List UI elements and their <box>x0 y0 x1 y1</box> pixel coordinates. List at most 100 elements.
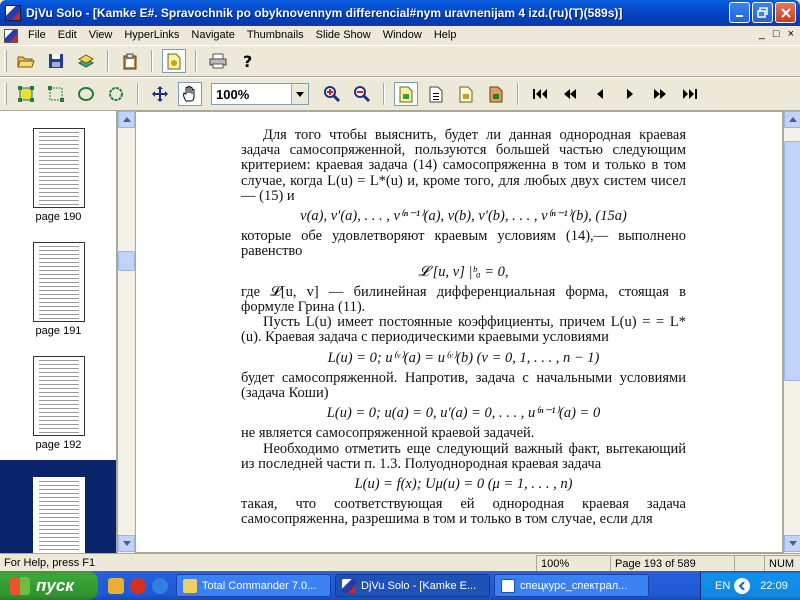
next-five-button[interactable] <box>648 82 672 106</box>
fast-back-icon <box>564 89 576 99</box>
quick-launch <box>108 577 168 594</box>
thumbnail-item[interactable]: page 191 <box>0 225 116 339</box>
document-page: Для того чтобы выяснить, будет ли данная… <box>241 127 686 528</box>
select-rect-icon <box>18 86 34 102</box>
select-ellipse-button[interactable] <box>74 82 98 106</box>
thumbnail-label: page 192 <box>35 439 82 451</box>
thumbnail-panel[interactable]: page 190 page 191 page 192 <box>0 111 117 553</box>
chevron-left-icon <box>738 581 745 590</box>
thumbnail-scroll-down-button[interactable] <box>118 535 135 552</box>
page-foreground-icon <box>459 86 473 102</box>
select-region-button[interactable] <box>44 82 68 106</box>
display-bw-button[interactable] <box>424 82 448 106</box>
pan-button[interactable] <box>148 82 172 106</box>
djvu-icon <box>342 578 356 593</box>
document-scrollbar[interactable] <box>783 111 800 553</box>
doc-scroll-up-button[interactable] <box>784 111 800 128</box>
hand-tool-button[interactable] <box>178 82 202 106</box>
hand-icon <box>183 85 195 102</box>
djvu-app-icon[interactable] <box>5 5 21 21</box>
select-lasso-icon <box>109 87 123 101</box>
title-bar[interactable]: DjVu Solo - [Kamke E#. Spravochnik po ob… <box>0 0 800 26</box>
zoom-dropdown-button[interactable] <box>291 84 308 104</box>
menu-slide-show[interactable]: Slide Show <box>310 26 377 45</box>
thumbnail-scrollbar[interactable] <box>117 111 135 553</box>
previous-five-button[interactable] <box>558 82 582 106</box>
task-label: спецкурс_спектрал... <box>520 579 628 592</box>
start-button[interactable]: пуск <box>0 571 98 600</box>
zoom-out-button[interactable] <box>350 82 374 106</box>
doc-minimize-button[interactable]: _ <box>759 28 765 40</box>
display-foreground-button[interactable] <box>454 82 478 106</box>
toolbar-grip[interactable] <box>4 50 7 72</box>
thumbnail-scroll-up-button[interactable] <box>118 111 135 128</box>
menu-window[interactable]: Window <box>377 26 428 45</box>
doc-scroll-thumb[interactable] <box>784 141 800 381</box>
clock[interactable]: 22:09 <box>760 580 788 592</box>
tray-expand-button[interactable] <box>734 577 751 594</box>
document-window-controls: _ □ × <box>759 28 794 40</box>
status-zoom: 100% <box>536 554 610 571</box>
zoom-in-icon <box>324 86 341 103</box>
fast-forward-icon <box>654 89 666 99</box>
quick-launch-icon[interactable] <box>108 577 124 594</box>
maximize-button[interactable] <box>752 2 773 23</box>
menu-hyperlinks[interactable]: HyperLinks <box>118 26 185 45</box>
doc-paragraph: Пусть L(u) имеет постоянные коэффициенты… <box>241 314 686 346</box>
thumbnail-item[interactable]: page 190 <box>0 111 116 225</box>
menu-view[interactable]: View <box>83 26 119 45</box>
paste-button[interactable] <box>118 49 142 73</box>
last-page-button[interactable] <box>678 82 702 106</box>
language-indicator[interactable]: EN <box>715 580 730 592</box>
page-settings-button[interactable] <box>162 49 186 73</box>
next-page-button[interactable] <box>618 82 642 106</box>
zoom-select[interactable]: 100% <box>211 83 309 105</box>
print-button[interactable] <box>206 49 230 73</box>
document-view[interactable]: Для того чтобы выяснить, будет ли данная… <box>135 111 783 553</box>
page-settings-icon <box>167 53 181 69</box>
zoom-in-button[interactable] <box>320 82 344 106</box>
task-label: DjVu Solo - [Kamke E... <box>361 579 477 592</box>
thumbnail-scroll-thumb[interactable] <box>118 251 135 271</box>
display-background-button[interactable] <box>484 82 508 106</box>
thumbnail-item[interactable]: page 192 <box>0 339 116 453</box>
document-menu-icon[interactable] <box>4 28 18 43</box>
menu-navigate[interactable]: Navigate <box>185 26 240 45</box>
export-icon <box>77 54 95 68</box>
menu-thumbnails[interactable]: Thumbnails <box>241 26 310 45</box>
taskbar-item-djvu-solo[interactable]: DjVu Solo - [Kamke E... <box>335 574 490 597</box>
select-lasso-button[interactable] <box>104 82 128 106</box>
toolbar-grip[interactable] <box>4 83 7 105</box>
taskbar-item-word-document[interactable]: спецкурс_спектрал... <box>494 574 649 597</box>
floppy-disk-icon <box>49 54 63 68</box>
doc-scroll-down-button[interactable] <box>784 535 800 552</box>
browser-icon[interactable] <box>152 577 168 594</box>
thumbnail-item-selected[interactable] <box>0 460 116 553</box>
display-color-button[interactable] <box>394 82 418 106</box>
help-question-icon: ? <box>243 52 252 70</box>
doc-close-button[interactable]: × <box>788 28 794 40</box>
minimize-button[interactable] <box>729 2 750 23</box>
thumbnail-image <box>32 128 85 208</box>
printer-icon <box>209 53 227 69</box>
chevron-up-icon <box>788 117 797 122</box>
previous-page-button[interactable] <box>588 82 612 106</box>
first-page-button[interactable] <box>528 82 552 106</box>
doc-restore-button[interactable]: □ <box>773 28 780 40</box>
last-page-icon <box>683 89 697 99</box>
taskbar-item-total-commander[interactable]: Total Commander 7.0... <box>176 574 331 597</box>
save-button[interactable] <box>44 49 68 73</box>
export-button[interactable] <box>74 49 98 73</box>
doc-paragraph: где 𝓛[u, v] — билинейная дифференциальна… <box>241 283 686 316</box>
doc-equation: 𝓛 [u, v] |ᵇₐ = 0, <box>418 263 509 280</box>
close-button[interactable] <box>775 2 796 23</box>
select-rectangle-button[interactable] <box>14 82 38 106</box>
select-region-icon <box>48 86 64 102</box>
media-player-icon[interactable] <box>130 577 146 594</box>
help-button[interactable]: ? <box>236 49 260 73</box>
open-button[interactable] <box>14 49 38 73</box>
menu-edit[interactable]: Edit <box>52 26 83 45</box>
menu-help[interactable]: Help <box>428 26 463 45</box>
menu-file[interactable]: File <box>22 26 52 45</box>
status-num: NUM <box>764 554 800 571</box>
